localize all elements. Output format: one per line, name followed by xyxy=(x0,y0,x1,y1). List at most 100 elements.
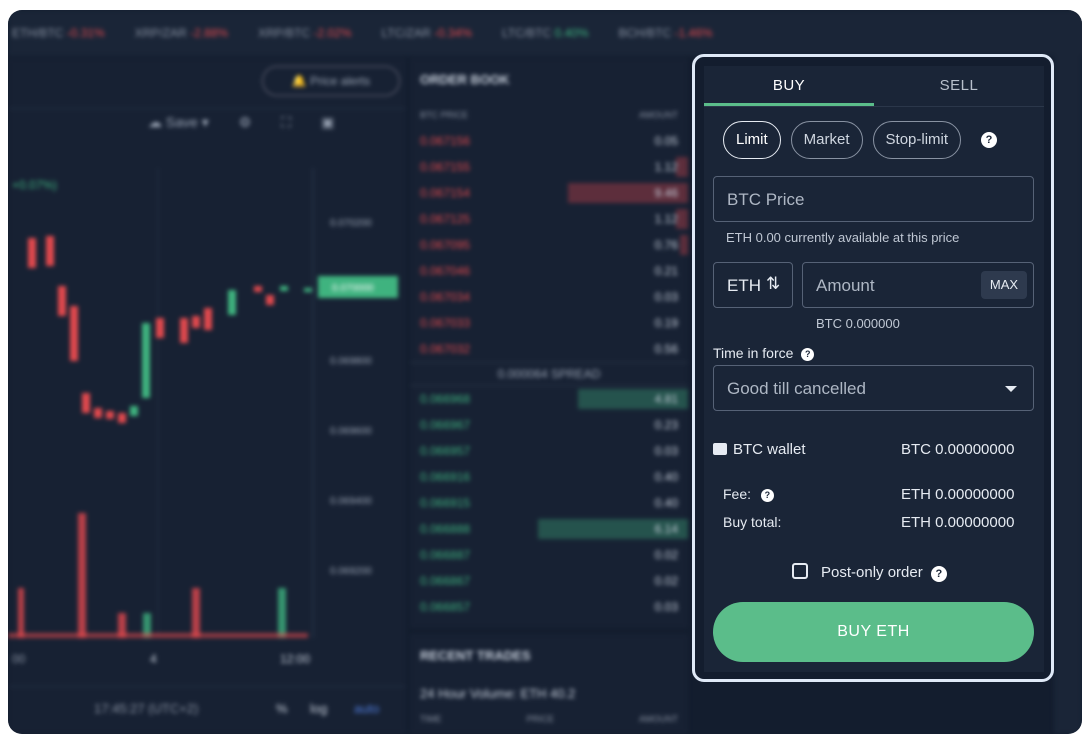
settings-icon[interactable]: ⚙ xyxy=(239,114,252,131)
ticker-item[interactable]: BCH/BTC -1.46% xyxy=(619,26,713,40)
candlestick-chart: 0.070000 0.070200 0.069800 0.069600 0.06… xyxy=(8,168,398,638)
volume-bar xyxy=(78,513,86,638)
help-icon[interactable]: ? xyxy=(930,566,947,582)
col-amount: AMOUNT xyxy=(638,714,678,724)
order-type-limit[interactable]: Limit xyxy=(723,121,781,159)
chevron-down-icon xyxy=(1005,386,1017,392)
candle xyxy=(254,286,262,292)
order-book-row[interactable]: 0.067125 1.12 xyxy=(410,206,688,232)
row-amount: 0.76 xyxy=(654,238,678,252)
clock-readout: 17:45:27 (UTC+2) xyxy=(94,701,199,716)
buy-eth-button[interactable]: BUY ETH xyxy=(713,602,1034,662)
order-book-row[interactable]: 0.066887 0.02 xyxy=(410,542,688,568)
candle xyxy=(130,406,138,416)
row-amount: 1.12 xyxy=(654,160,678,174)
row-price: 0.067154 xyxy=(420,186,471,200)
row-price: 0.066888 xyxy=(420,522,471,536)
fee-value: ETH 0.00000000 xyxy=(901,486,1015,503)
save-button[interactable]: ☁ Save ▾ xyxy=(148,114,209,131)
tab-sell[interactable]: SELL xyxy=(874,66,1044,106)
row-amount: 0.03 xyxy=(654,290,678,304)
order-book-row[interactable]: 0.066967 0.23 xyxy=(410,412,688,438)
ticker-item[interactable]: LTC/BTC 0.40% xyxy=(502,26,589,40)
candle xyxy=(228,290,236,315)
amount-input[interactable]: Amount MAX xyxy=(802,262,1034,308)
col-price: BTC PRICE xyxy=(420,110,469,120)
candle xyxy=(106,411,114,419)
y-axis-label: 0.069600 xyxy=(330,426,372,437)
order-book-row[interactable]: 0.067034 0.03 xyxy=(410,284,688,310)
row-amount: 0.56 xyxy=(654,342,678,356)
wallet-icon xyxy=(713,443,727,455)
log-toggle[interactable]: log xyxy=(310,701,327,716)
percent-toggle[interactable]: % xyxy=(276,701,288,716)
depth-bar xyxy=(680,235,688,255)
row-price: 0.066887 xyxy=(420,548,471,562)
right-strip xyxy=(1054,56,1082,734)
volume-bar xyxy=(278,588,286,638)
candle xyxy=(180,318,188,343)
order-book-row[interactable]: 0.066968 4.81 xyxy=(410,386,688,412)
price-alerts-button[interactable]: 🔔 Price alerts xyxy=(262,66,400,96)
price-chart[interactable]: 🔔 Price alerts ☁ Save ▾ ⚙ ⛶ ▣ +0.07%) 0.… xyxy=(8,58,406,734)
ticker-item[interactable]: XRP/ZAR -2.88% xyxy=(135,26,228,40)
order-book-row[interactable]: 0.067155 1.12 xyxy=(410,154,688,180)
swap-icon: ⇅ xyxy=(766,274,781,293)
order-type-stop-limit[interactable]: Stop-limit xyxy=(872,121,962,159)
order-book-row[interactable]: 0.066957 0.03 xyxy=(410,438,688,464)
ticker-item[interactable]: ETH/BTC -0.31% xyxy=(12,26,105,40)
time-axis-label: 4 xyxy=(150,652,157,666)
tab-buy[interactable]: BUY xyxy=(704,66,874,106)
order-book-row[interactable]: 0.066857 0.03 xyxy=(410,594,688,620)
order-book-row[interactable]: 0.067156 0.05 xyxy=(410,128,688,154)
help-icon[interactable]: ? xyxy=(760,489,774,502)
order-book-row[interactable]: 0.066867 0.02 xyxy=(410,568,688,594)
help-icon[interactable]: ? xyxy=(981,132,998,148)
ticker-item[interactable]: LTC/ZAR -0.34% xyxy=(382,26,473,40)
ticker-item[interactable]: XRP/BTC -2.02% xyxy=(258,26,351,40)
currency-select[interactable]: ETH ⇅ xyxy=(713,262,793,308)
time-axis-label: 12:00 xyxy=(280,652,311,666)
order-book-row[interactable]: 0.067095 0.76 xyxy=(410,232,688,258)
order-type-market[interactable]: Market xyxy=(790,121,863,159)
row-price: 0.067046 xyxy=(420,264,471,278)
col-amount: AMOUNT xyxy=(639,110,678,120)
row-price: 0.067032 xyxy=(420,342,471,356)
order-form-panel: BUY SELL Limit Market Stop-limit ? BTC P… xyxy=(704,66,1044,672)
row-amount: 9.46 xyxy=(654,186,678,200)
time-in-force-select[interactable]: Good till cancelled xyxy=(713,365,1034,411)
order-book-row[interactable]: 0.067033 0.19 xyxy=(410,310,688,336)
post-only-checkbox[interactable] xyxy=(792,563,808,579)
row-price: 0.066957 xyxy=(420,444,471,458)
order-book-row[interactable]: 0.067046 0.21 xyxy=(410,258,688,284)
order-book-row[interactable]: 0.066916 0.40 xyxy=(410,464,688,490)
volume-bar xyxy=(18,588,24,638)
help-icon[interactable]: ? xyxy=(801,348,815,361)
order-book-row[interactable]: 0.066915 0.40 xyxy=(410,490,688,516)
candle xyxy=(266,295,274,305)
candle xyxy=(94,408,102,418)
candle xyxy=(70,306,78,361)
auto-toggle[interactable]: auto xyxy=(354,701,379,716)
wallet-balance: BTC 0.00000000 xyxy=(901,441,1015,458)
row-amount: 0.19 xyxy=(654,316,678,330)
row-price: 0.067156 xyxy=(420,134,471,148)
price-input[interactable]: BTC Price xyxy=(713,176,1034,222)
camera-icon[interactable]: ▣ xyxy=(321,114,334,131)
order-book-row[interactable]: 0.067032 0.56 xyxy=(410,336,688,362)
buy-sell-tabs: BUY SELL xyxy=(704,66,1044,107)
max-button[interactable]: MAX xyxy=(981,271,1027,299)
row-price: 0.067155 xyxy=(420,160,471,174)
row-amount: 0.23 xyxy=(654,418,678,432)
order-book-row[interactable]: 0.066888 6.14 xyxy=(410,516,688,542)
row-amount: 0.21 xyxy=(654,264,678,278)
order-book-row[interactable]: 0.067154 9.46 xyxy=(410,180,688,206)
ticker-bar: ETH/BTC -0.31% XRP/ZAR -2.88% XRP/BTC -2… xyxy=(8,10,1082,56)
y-axis-label: 0.069400 xyxy=(330,496,372,507)
candle xyxy=(142,323,150,398)
time-axis-label: 00 xyxy=(12,652,26,666)
wallet-row-label: BTC wallet xyxy=(713,441,806,458)
fullscreen-icon[interactable]: ⛶ xyxy=(281,114,291,131)
time-in-force-value: Good till cancelled xyxy=(727,379,866,398)
row-amount: 0.03 xyxy=(654,444,678,458)
